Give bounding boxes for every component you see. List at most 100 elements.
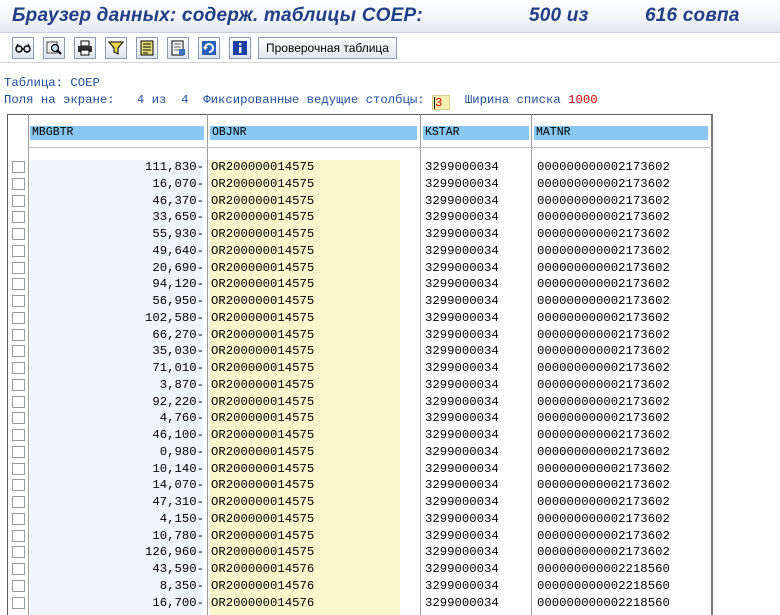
table-row[interactable]: 55,930- OR200000014575 3299000034 000000000…	[0, 226, 780, 243]
matnr-cell[interactable]: 000000000002173602	[537, 394, 670, 410]
matnr-cell[interactable]: 000000000002173602	[537, 209, 670, 225]
matnr-cell[interactable]: 000000000002173602	[537, 511, 670, 527]
kstar-cell[interactable]: 3299000034	[425, 209, 499, 225]
row-select-checkbox[interactable]	[12, 546, 25, 559]
objnr-cell[interactable]: OR200000014575	[211, 544, 314, 560]
objnr-cell[interactable]: OR200000014575	[211, 394, 314, 410]
table-row[interactable]: 16,700- OR200000014576 3299000034 000000000…	[0, 595, 780, 612]
mbgbtr-cell[interactable]: 71,010-	[30, 360, 204, 376]
kstar-cell[interactable]: 3299000034	[425, 544, 499, 560]
objnr-cell[interactable]: OR200000014575	[211, 159, 314, 175]
matnr-cell[interactable]: 000000000002173602	[537, 377, 670, 393]
mbgbtr-cell[interactable]: 46,100-	[30, 427, 204, 443]
matnr-cell[interactable]: 000000000002173602	[537, 176, 670, 192]
mbgbtr-cell[interactable]: 10,140-	[30, 461, 204, 477]
mbgbtr-cell[interactable]: 35,030-	[30, 343, 204, 359]
kstar-cell[interactable]: 3299000034	[425, 243, 499, 259]
table-row[interactable]: 49,640- OR200000014575 3299000034 000000000…	[0, 243, 780, 260]
objnr-cell[interactable]: OR200000014575	[211, 360, 314, 376]
matnr-cell[interactable]: 000000000002173602	[537, 327, 670, 343]
table-row[interactable]: 71,010- OR200000014575 3299000034 000000000…	[0, 360, 780, 377]
table-row[interactable]: 46,370- OR200000014575 3299000034 000000000…	[0, 193, 780, 210]
objnr-cell[interactable]: OR200000014575	[211, 226, 314, 242]
row-select-checkbox[interactable]	[12, 512, 25, 525]
matnr-cell[interactable]: 000000000002173602	[537, 260, 670, 276]
header-matnr[interactable]: MATNR	[534, 126, 708, 140]
objnr-cell[interactable]: OR200000014575	[211, 209, 314, 225]
list-icon[interactable]	[136, 37, 158, 59]
table-row[interactable]: 111,830- OR200000014575 3299000034 00000000…	[0, 159, 780, 176]
kstar-cell[interactable]: 3299000034	[425, 444, 499, 460]
table-row[interactable]: 102,580- OR200000014575 3299000034 00000000…	[0, 310, 780, 327]
header-mbgbtr[interactable]: MBGBTR	[30, 126, 204, 140]
row-select-checkbox[interactable]	[12, 211, 25, 224]
kstar-cell[interactable]: 3299000034	[425, 595, 499, 611]
mbgbtr-cell[interactable]: 46,370-	[30, 193, 204, 209]
objnr-cell[interactable]: OR200000014575	[211, 243, 314, 259]
magnifier-icon[interactable]	[43, 37, 65, 59]
kstar-cell[interactable]: 3299000034	[425, 343, 499, 359]
kstar-cell[interactable]: 3299000034	[425, 394, 499, 410]
row-select-checkbox[interactable]	[12, 445, 25, 458]
printer-icon[interactable]	[74, 37, 96, 59]
mbgbtr-cell[interactable]: 0,980-	[30, 444, 204, 460]
table-row[interactable]: 4,150- OR200000014575 3299000034 0000000000…	[0, 511, 780, 528]
mbgbtr-cell[interactable]: 55,930-	[30, 226, 204, 242]
matnr-cell[interactable]: 000000000002218560	[537, 578, 670, 594]
objnr-cell[interactable]: OR200000014575	[211, 410, 314, 426]
objnr-cell[interactable]: OR200000014575	[211, 427, 314, 443]
table-row[interactable]: 92,220- OR200000014575 3299000034 000000000…	[0, 394, 780, 411]
matnr-cell[interactable]: 000000000002173602	[537, 444, 670, 460]
kstar-cell[interactable]: 3299000034	[425, 327, 499, 343]
mbgbtr-cell[interactable]: 4,150-	[30, 511, 204, 527]
kstar-cell[interactable]: 3299000034	[425, 260, 499, 276]
matnr-cell[interactable]: 000000000002173602	[537, 343, 670, 359]
table-row[interactable]: 10,140- OR200000014575 3299000034 000000000…	[0, 461, 780, 478]
matnr-cell[interactable]: 000000000002173602	[537, 544, 670, 560]
kstar-cell[interactable]: 3299000034	[425, 511, 499, 527]
row-select-checkbox[interactable]	[12, 395, 25, 408]
row-select-checkbox[interactable]	[12, 362, 25, 374]
table-row[interactable]: 0,980- OR200000014575 3299000034 0000000000…	[0, 444, 780, 461]
kstar-cell[interactable]: 3299000034	[425, 293, 499, 309]
matnr-cell[interactable]: 000000000002173602	[537, 360, 670, 376]
kstar-cell[interactable]: 3299000034	[425, 310, 499, 326]
kstar-cell[interactable]: 3299000034	[425, 377, 499, 393]
kstar-cell[interactable]: 3299000034	[425, 427, 499, 443]
matnr-cell[interactable]: 000000000002173602	[537, 310, 670, 326]
mbgbtr-cell[interactable]: 102,580-	[30, 310, 204, 326]
mbgbtr-cell[interactable]: 111,830-	[30, 159, 204, 175]
row-select-checkbox[interactable]	[12, 462, 25, 475]
matnr-cell[interactable]: 000000000002218560	[537, 595, 670, 611]
kstar-cell[interactable]: 3299000034	[425, 276, 499, 292]
matnr-cell[interactable]: 000000000002218560	[537, 561, 670, 577]
mbgbtr-cell[interactable]: 66,270-	[30, 327, 204, 343]
matnr-cell[interactable]: 000000000002173602	[537, 427, 670, 443]
row-select-checkbox[interactable]	[12, 378, 25, 391]
matnr-cell[interactable]: 000000000002173602	[537, 276, 670, 292]
mbgbtr-cell[interactable]: 92,220-	[30, 394, 204, 410]
table-row[interactable]: 46,100- OR200000014575 3299000034 000000000…	[0, 427, 780, 444]
mbgbtr-cell[interactable]: 10,780-	[30, 528, 204, 544]
kstar-cell[interactable]: 3299000034	[425, 176, 499, 192]
table-row[interactable]: 4,760- OR200000014575 3299000034 0000000000…	[0, 410, 780, 427]
objnr-cell[interactable]: OR200000014576	[211, 561, 314, 577]
table-row[interactable]: 20,690- OR200000014575 3299000034 000000000…	[0, 260, 780, 277]
header-kstar[interactable]: KSTAR	[423, 126, 529, 140]
matnr-cell[interactable]: 000000000002173602	[537, 528, 670, 544]
row-select-checkbox[interactable]	[12, 496, 25, 508]
row-select-checkbox[interactable]	[12, 529, 25, 542]
objnr-cell[interactable]: OR200000014575	[211, 293, 314, 309]
row-select-checkbox[interactable]	[12, 194, 25, 207]
row-select-checkbox[interactable]	[12, 479, 25, 492]
document-icon[interactable]	[167, 37, 189, 59]
kstar-cell[interactable]: 3299000034	[425, 528, 499, 544]
objnr-cell[interactable]: OR200000014575	[211, 528, 314, 544]
table-row[interactable]: 3,870- OR200000014575 3299000034 0000000000…	[0, 377, 780, 394]
table-row[interactable]: 66,270- OR200000014575 3299000034 000000000…	[0, 327, 780, 344]
row-select-checkbox[interactable]	[12, 295, 25, 307]
kstar-cell[interactable]: 3299000034	[425, 461, 499, 477]
row-select-checkbox[interactable]	[12, 412, 25, 425]
mbgbtr-cell[interactable]: 4,760-	[30, 410, 204, 426]
mbgbtr-cell[interactable]: 47,310-	[30, 494, 204, 510]
